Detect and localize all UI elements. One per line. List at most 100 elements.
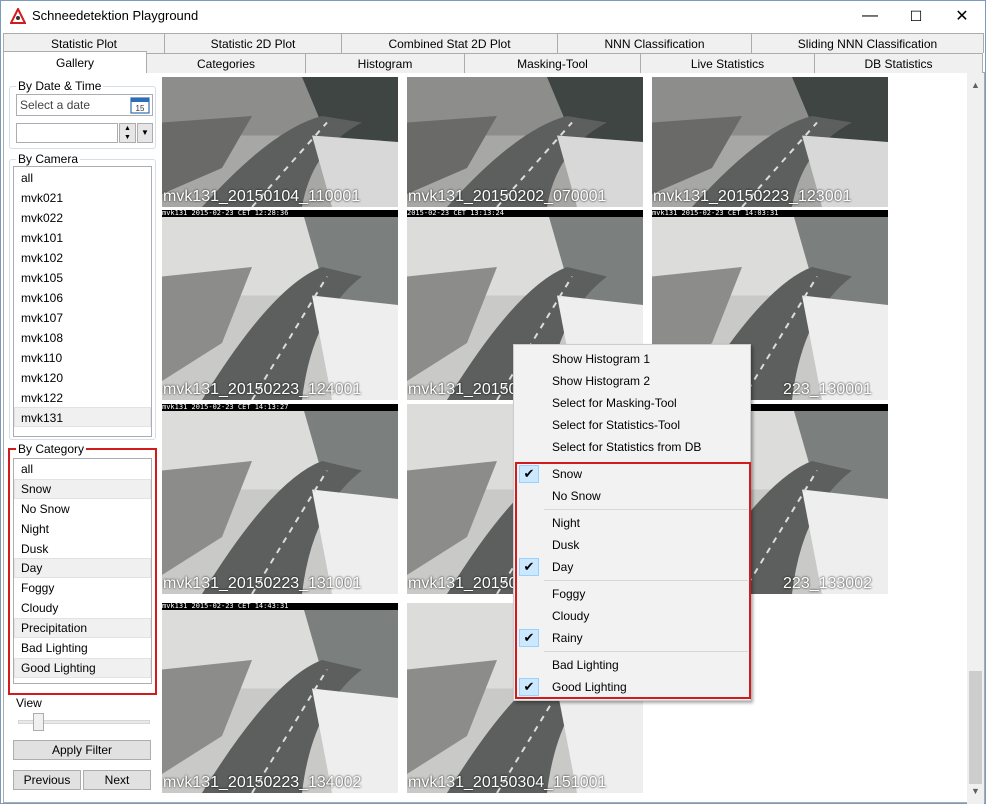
tab-db-statistics[interactable]: DB Statistics [814, 53, 983, 73]
thumbnail-caption: mvk131_20150223_134002 [163, 774, 362, 791]
gallery-thumbnail[interactable]: mvk131_20150223_123001 [652, 77, 888, 207]
camera-item[interactable]: mvk106 [14, 287, 151, 307]
thumbnail-caption: mvk131_20150202_070001 [408, 188, 607, 205]
category-item[interactable]: Foggy [14, 578, 151, 598]
spin-up-icon[interactable]: ▲ [120, 124, 135, 133]
gallery-thumbnail[interactable]: mvk131_20150202_070001 [407, 77, 643, 207]
camera-list[interactable]: all mvk021 mvk022 mvk101 mvk102 mvk105 mvk106 m… [13, 166, 152, 437]
camera-item[interactable]: all [14, 167, 151, 187]
context-menu: Show Histogram 1 Show Histogram 2 Select f… [513, 344, 751, 701]
context-menu-item[interactable]: Cloudy [514, 605, 750, 627]
context-menu-item[interactable]: ✔ Snow [514, 463, 750, 485]
context-menu-item[interactable]: Select for Masking-Tool [514, 392, 750, 414]
category-group-label: By Category [16, 442, 87, 456]
context-menu-item[interactable]: Night [514, 512, 750, 534]
gallery-thumbnail[interactable]: mvk131_20150104_110001 [162, 77, 398, 207]
camera-item[interactable]: mvk120 [14, 367, 151, 387]
category-item[interactable]: Bad Lighting [14, 638, 151, 658]
time-input[interactable] [16, 123, 118, 143]
gallery-thumbnail[interactable]: mvk131 2015-02-23 CET 14:43:31 mvk131_20… [162, 603, 398, 793]
camera-item[interactable]: mvk022 [14, 207, 151, 227]
checkmark-icon: ✔ [519, 678, 539, 696]
tab-live-statistics[interactable]: Live Statistics [640, 53, 815, 73]
gallery-thumbnail[interactable]: mvk131 2015-02-23 CET 12:28:36 mvk131_20… [162, 210, 398, 400]
timestamp-overlay: mvk131 2015-02-23 CET 12:28:36 [162, 210, 398, 217]
tab-gallery[interactable]: Gallery [3, 51, 147, 73]
time-up-down[interactable]: ▲ ▼ [119, 123, 136, 143]
context-menu-item[interactable]: Dusk [514, 534, 750, 556]
tab-categories[interactable]: Categories [146, 53, 306, 73]
context-menu-label: Foggy [552, 587, 586, 601]
context-menu-item[interactable]: ✔ Day [514, 556, 750, 578]
camera-item[interactable]: mvk105 [14, 267, 151, 287]
category-list[interactable]: all Snow No Snow Night Dusk Day Foggy Cloudy Pre… [13, 458, 152, 684]
timestamp-overlay: mvk131 2015-02-23 CET 14:03:31 [652, 210, 888, 217]
app-window: Schneedetektion Playground — ☐ ✕ Statist… [0, 0, 986, 804]
tab-statistic-plot[interactable]: Statistic Plot [3, 33, 165, 53]
camera-image [162, 404, 398, 594]
tab-combined-stat-2d-plot[interactable]: Combined Stat 2D Plot [341, 33, 558, 53]
maximize-button[interactable]: ☐ [893, 1, 939, 31]
checkmark-icon: ✔ [519, 465, 539, 483]
context-menu-item[interactable]: Foggy [514, 583, 750, 605]
tab-masking-tool[interactable]: Masking-Tool [464, 53, 641, 73]
context-menu-item[interactable]: ✔ Good Lighting [514, 676, 750, 698]
view-group: View Apply Filter Previous Next [9, 696, 156, 799]
category-item[interactable]: Precipitation [14, 618, 151, 639]
scroll-down-icon[interactable]: ▼ [967, 783, 984, 800]
context-menu-item[interactable]: No Snow [514, 485, 750, 507]
tab-sliding-nnn-classification[interactable]: Sliding NNN Classification [751, 33, 984, 53]
camera-item[interactable]: mvk102 [14, 247, 151, 267]
calendar-icon[interactable]: 15 [130, 96, 150, 114]
tab-statistic-2d-plot[interactable]: Statistic 2D Plot [164, 33, 342, 53]
camera-item[interactable]: mvk131 [14, 407, 151, 427]
category-item[interactable]: Good Lighting [14, 657, 151, 678]
context-menu-item[interactable]: Bad Lighting [514, 654, 750, 676]
spin-down-icon[interactable]: ▼ [120, 133, 135, 142]
camera-item[interactable]: mvk108 [14, 327, 151, 347]
context-menu-item[interactable]: ✔ Rainy [514, 627, 750, 649]
category-item[interactable]: all [14, 459, 151, 479]
camera-group: By Camera all mvk021 mvk022 mvk101 mvk102 mvk… [9, 152, 156, 440]
tab-histogram[interactable]: Histogram [305, 53, 465, 73]
tab-row-bottom: Gallery Categories Histogram Masking-Too… [3, 51, 983, 73]
menu-separator [544, 651, 748, 652]
category-item[interactable]: Snow [14, 478, 151, 499]
context-menu-label: No Snow [552, 489, 601, 503]
category-item[interactable]: Night [14, 519, 151, 539]
gallery-thumbnail[interactable]: mvk131 2015-02-23 CET 14:13:27 mvk131_20… [162, 404, 398, 594]
context-menu-label: Cloudy [552, 609, 590, 623]
date-time-group: By Date & Time Select a date 15 ▲ ▼ ▼ [9, 79, 156, 149]
filter-panel: By Date & Time Select a date 15 ▲ ▼ ▼ By… [4, 73, 157, 804]
category-item[interactable]: No Snow [14, 499, 151, 519]
view-slider-thumb[interactable] [33, 713, 44, 731]
context-menu-item[interactable]: Select for Statistics-Tool [514, 414, 750, 436]
category-item[interactable]: Day [14, 558, 151, 579]
thumbnail-caption: mvk131_20150 [408, 575, 518, 592]
context-menu-item[interactable]: Select for Statistics from DB [514, 436, 750, 458]
minimize-button[interactable]: — [847, 1, 893, 31]
menu-separator [544, 509, 748, 510]
scroll-up-icon[interactable]: ▲ [967, 77, 984, 94]
context-menu-item[interactable]: Show Histogram 2 [514, 370, 750, 392]
camera-item[interactable]: mvk107 [14, 307, 151, 327]
date-picker[interactable]: Select a date 15 [16, 94, 153, 116]
tab-nnn-classification[interactable]: NNN Classification [557, 33, 752, 53]
category-item[interactable]: Cloudy [14, 598, 151, 618]
camera-item[interactable]: mvk021 [14, 187, 151, 207]
camera-item[interactable]: mvk110 [14, 347, 151, 367]
scrollbar-thumb[interactable] [969, 671, 982, 784]
category-item[interactable]: Dusk [14, 539, 151, 559]
camera-item[interactable]: mvk122 [14, 387, 151, 407]
gallery-tab-content: By Date & Time Select a date 15 ▲ ▼ ▼ By… [3, 72, 985, 804]
chevron-down-icon[interactable]: ▼ [137, 123, 153, 143]
context-menu-item[interactable]: Show Histogram 1 [514, 348, 750, 370]
gallery-scrollbar[interactable]: ▲ ▼ [967, 73, 984, 804]
camera-item[interactable]: mvk101 [14, 227, 151, 247]
camera-group-label: By Camera [16, 152, 81, 166]
next-button[interactable]: Next [83, 770, 151, 790]
previous-button[interactable]: Previous [13, 770, 81, 790]
apply-filter-button[interactable]: Apply Filter [13, 740, 151, 760]
close-button[interactable]: ✕ [939, 1, 985, 31]
context-menu-label: Select for Statistics from DB [552, 440, 702, 454]
